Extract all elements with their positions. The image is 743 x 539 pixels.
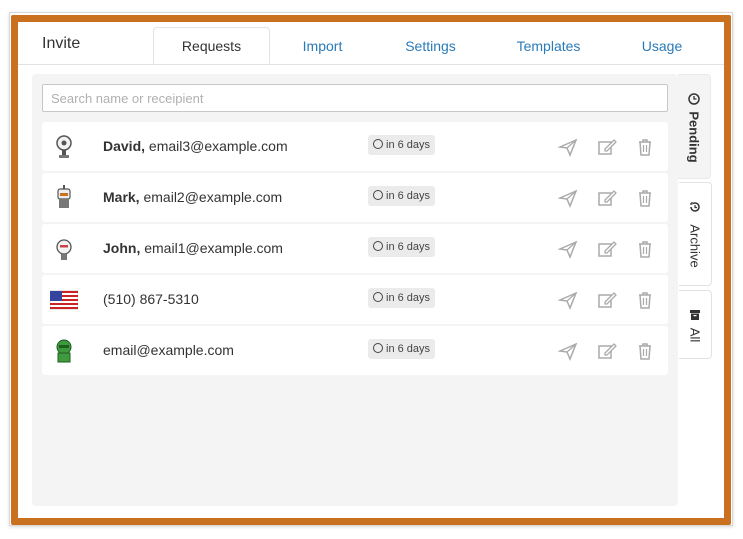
- status-badge: in 6 days: [368, 135, 436, 155]
- robot-avatar: [56, 239, 72, 260]
- clock-icon: [373, 190, 383, 200]
- edit-icon[interactable]: [597, 290, 617, 310]
- status-badge: in 6 days: [368, 237, 436, 257]
- recipient: John, email1@example.com: [103, 240, 283, 256]
- trash-icon[interactable]: [635, 239, 655, 259]
- clock-icon: [373, 292, 383, 302]
- badge-text: in 6 days: [386, 343, 431, 355]
- list-item: John, email1@example.com in 6 days: [42, 224, 668, 273]
- green-robot-avatar: [56, 339, 72, 363]
- tab-templates[interactable]: Templates: [496, 28, 601, 64]
- trash-icon[interactable]: [635, 290, 655, 310]
- recipient: Mark, email2@example.com: [103, 189, 282, 205]
- side-tab-label: All: [687, 327, 703, 342]
- status-badge: in 6 days: [368, 288, 436, 308]
- recipient-name: David,: [103, 138, 146, 154]
- status-badge: in 6 days: [368, 339, 436, 359]
- header-bar: Invite Requests Import Settings Template…: [18, 22, 724, 65]
- recipient-contact: email1@example.com: [144, 240, 283, 256]
- robot-avatar: [57, 185, 71, 208]
- side-tab-label: Archive: [687, 224, 703, 268]
- trash-icon[interactable]: [635, 188, 655, 208]
- status-badge: in 6 days: [368, 186, 436, 206]
- recipient-name: Mark,: [103, 189, 140, 205]
- badge-text: in 6 days: [386, 190, 431, 202]
- recipient-contact: email@example.com: [103, 342, 234, 358]
- clock-icon: [373, 241, 383, 251]
- archive-box-icon: [690, 310, 700, 320]
- side-tab-label: Pending: [686, 111, 702, 163]
- us-flag-icon: [50, 290, 78, 310]
- side-tab-archive[interactable]: Archive: [679, 182, 712, 286]
- list-item: email@example.com in 6 days: [42, 326, 668, 375]
- invite-panel: Invite Requests Import Settings Template…: [18, 22, 724, 518]
- list-item: (510) 867-5310 in 6 days: [42, 275, 668, 324]
- send-icon[interactable]: [558, 341, 578, 361]
- requests-list: David, email3@example.com in 6 days Mark…: [32, 74, 678, 506]
- trash-icon[interactable]: [635, 137, 655, 157]
- badge-text: in 6 days: [386, 241, 431, 253]
- recipient: (510) 867-5310: [103, 291, 199, 307]
- edit-icon[interactable]: [597, 341, 617, 361]
- edit-icon[interactable]: [597, 137, 617, 157]
- recipient-contact: (510) 867-5310: [103, 291, 199, 307]
- clock-icon: [373, 343, 383, 353]
- clock-icon: [373, 139, 383, 149]
- clock-icon: [688, 93, 700, 105]
- send-icon[interactable]: [558, 188, 578, 208]
- robot-avatar: [56, 135, 72, 158]
- list-item: Mark, email2@example.com in 6 days: [42, 173, 668, 222]
- recipient: email@example.com: [103, 342, 234, 358]
- send-icon[interactable]: [558, 290, 578, 310]
- badge-text: in 6 days: [386, 139, 431, 151]
- recipient: David, email3@example.com: [103, 138, 288, 154]
- side-tab-all[interactable]: All: [679, 290, 712, 359]
- tab-requests[interactable]: Requests: [153, 27, 270, 64]
- recipient-name: John,: [103, 240, 141, 256]
- page-title: Invite: [42, 35, 81, 52]
- badge-text: in 6 days: [386, 292, 431, 304]
- recipient-contact: email3@example.com: [148, 138, 288, 154]
- list-item: David, email3@example.com in 6 days: [42, 122, 668, 171]
- send-icon[interactable]: [558, 137, 578, 157]
- recipient-contact: email2@example.com: [143, 189, 283, 205]
- side-tab-pending[interactable]: Pending: [678, 74, 711, 179]
- tab-usage[interactable]: Usage: [612, 28, 712, 64]
- tab-import[interactable]: Import: [270, 28, 375, 64]
- edit-icon[interactable]: [597, 239, 617, 259]
- trash-icon[interactable]: [635, 341, 655, 361]
- history-icon: [690, 202, 700, 212]
- tab-settings[interactable]: Settings: [378, 28, 483, 64]
- search-input[interactable]: [42, 84, 668, 112]
- edit-icon[interactable]: [597, 188, 617, 208]
- send-icon[interactable]: [558, 239, 578, 259]
